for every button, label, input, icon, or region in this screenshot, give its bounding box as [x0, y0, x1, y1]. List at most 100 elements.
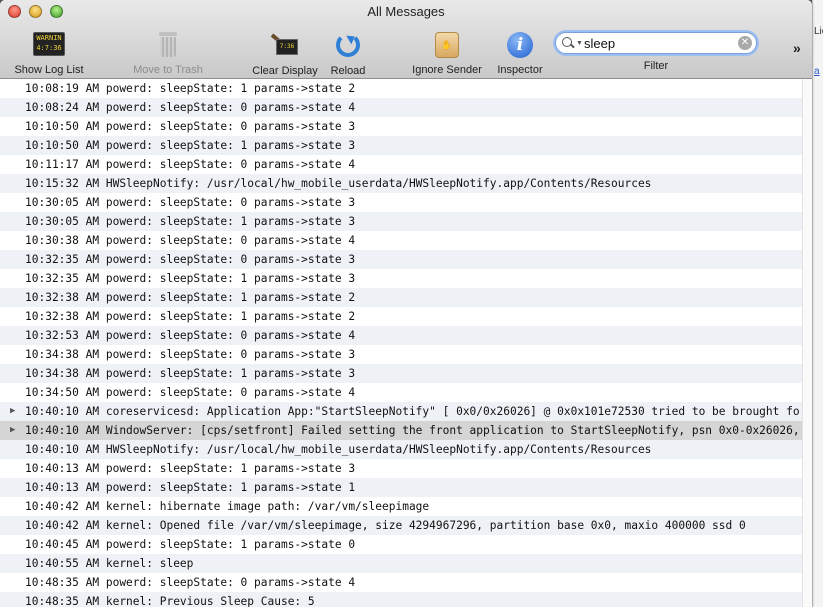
log-text: powerd: sleepState: 1 params->state 2 — [105, 310, 356, 323]
log-row[interactable]: 10:40:42 AM kernel: hibernate image path… — [0, 497, 812, 516]
log-timestamp: 10:40:42 AM — [25, 519, 100, 532]
log-text: powerd: sleepState: 0 params->state 4 — [105, 329, 356, 342]
log-row[interactable]: 10:30:05 AM powerd: sleepState: 1 params… — [0, 212, 812, 231]
log-row[interactable]: 10:32:38 AM powerd: sleepState: 1 params… — [0, 307, 812, 326]
log-text: powerd: sleepState: 0 params->state 4 — [105, 101, 356, 114]
background-app-link[interactable]: a — [814, 66, 820, 77]
search-menu-chevron-icon[interactable]: ▼ — [576, 40, 583, 47]
toolbar-overflow-icon[interactable]: » — [793, 40, 801, 56]
show-log-list-button[interactable]: WARNIN 4:7:36 Show Log List — [9, 30, 89, 76]
inspector-label: Inspector — [497, 64, 543, 76]
vertical-scrollbar[interactable] — [802, 79, 812, 607]
log-message: 10:40:10 AM coreservicesd: Application A… — [25, 402, 800, 421]
log-timestamp: 10:08:19 AM — [25, 82, 100, 95]
search-input[interactable] — [584, 34, 734, 52]
move-to-trash-button[interactable]: Move to Trash — [126, 30, 210, 76]
log-row[interactable]: 10:40:55 AM kernel: sleep — [0, 554, 812, 573]
search-icon[interactable] — [562, 37, 572, 47]
log-text: powerd: sleepState: 1 params->state 1 — [105, 481, 356, 494]
log-row[interactable]: 10:32:53 AM powerd: sleepState: 0 params… — [0, 326, 812, 345]
log-row[interactable]: 10:32:35 AM powerd: sleepState: 1 params… — [0, 269, 812, 288]
log-timestamp: 10:34:38 AM — [25, 367, 100, 380]
log-timestamp: 10:30:05 AM — [25, 196, 100, 209]
log-message: 10:30:05 AM powerd: sleepState: 0 params… — [25, 193, 355, 212]
log-text: powerd: sleepState: 1 params->state 2 — [105, 291, 356, 304]
log-row[interactable]: 10:40:10 AM HWSleepNotify: /usr/local/hw… — [0, 440, 812, 459]
log-text: powerd: sleepState: 1 params->state 3 — [105, 215, 356, 228]
log-row[interactable]: 10:08:24 AM powerd: sleepState: 0 params… — [0, 98, 812, 117]
background-app-edge: Lic a — [812, 0, 823, 607]
log-row[interactable]: 10:34:38 AM powerd: sleepState: 1 params… — [0, 364, 812, 383]
log-row[interactable]: 10:32:38 AM powerd: sleepState: 1 params… — [0, 288, 812, 307]
log-timestamp: 10:11:17 AM — [25, 158, 100, 171]
log-row[interactable]: 10:32:35 AM powerd: sleepState: 0 params… — [0, 250, 812, 269]
move-to-trash-label: Move to Trash — [133, 64, 203, 76]
log-timestamp: 10:10:50 AM — [25, 139, 100, 152]
log-text: kernel: hibernate image path: /var/vm/sl… — [105, 500, 430, 513]
log-message-list[interactable]: 10:08:19 AM powerd: sleepState: 1 params… — [0, 79, 812, 607]
log-message: 10:40:13 AM powerd: sleepState: 1 params… — [25, 478, 355, 497]
log-timestamp: 10:40:13 AM — [25, 462, 100, 475]
log-timestamp: 10:40:42 AM — [25, 500, 100, 513]
reload-icon — [336, 33, 360, 57]
log-timestamp: 10:40:45 AM — [25, 538, 100, 551]
log-timestamp: 10:08:24 AM — [25, 101, 100, 114]
log-row[interactable]: 10:40:13 AM powerd: sleepState: 1 params… — [0, 459, 812, 478]
log-text: powerd: sleepState: 0 params->state 4 — [105, 158, 356, 171]
search-field[interactable]: ▼ ✕ — [555, 32, 757, 54]
log-row[interactable]: 10:40:42 AM kernel: Opened file /var/vm/… — [0, 516, 812, 535]
log-row[interactable]: ▶ 10:40:10 AM coreservicesd: Application … — [0, 402, 812, 421]
ignore-sender-icon: ✋ — [435, 32, 459, 58]
log-row[interactable]: 10:11:17 AM powerd: sleepState: 0 params… — [0, 155, 812, 174]
log-row[interactable]: 10:48:35 AM kernel: Previous Sleep Cause… — [0, 592, 812, 607]
log-text: coreservicesd: Application App:"StartSle… — [105, 405, 800, 418]
ignore-sender-button[interactable]: ✋ Ignore Sender — [407, 30, 487, 76]
log-message: 10:40:42 AM kernel: hibernate image path… — [25, 497, 429, 516]
log-message: 10:34:38 AM powerd: sleepState: 0 params… — [25, 345, 355, 364]
log-row[interactable]: 10:34:50 AM powerd: sleepState: 0 params… — [0, 383, 812, 402]
info-icon: i — [507, 32, 533, 58]
log-row[interactable]: ▶ 10:40:10 AM WindowServer: [cps/setfront… — [0, 421, 812, 440]
log-timestamp: 10:34:50 AM — [25, 386, 100, 399]
log-text: powerd: sleepState: 0 params->state 3 — [105, 253, 356, 266]
inspector-button[interactable]: i Inspector — [492, 30, 548, 76]
log-row[interactable]: 10:40:13 AM powerd: sleepState: 1 params… — [0, 478, 812, 497]
log-text: HWSleepNotify: /usr/local/hw_mobile_user… — [105, 443, 652, 456]
log-row[interactable]: 10:40:45 AM powerd: sleepState: 1 params… — [0, 535, 812, 554]
disclosure-triangle-icon[interactable]: ▶ — [10, 421, 20, 440]
log-message: 10:40:10 AM HWSleepNotify: /usr/local/hw… — [25, 440, 651, 459]
log-row[interactable]: 10:15:32 AM HWSleepNotify: /usr/local/hw… — [0, 174, 812, 193]
log-row[interactable]: 10:48:35 AM powerd: sleepState: 0 params… — [0, 573, 812, 592]
clear-search-icon[interactable]: ✕ — [738, 36, 752, 50]
log-timestamp: 10:40:13 AM — [25, 481, 100, 494]
log-message: 10:30:38 AM powerd: sleepState: 0 params… — [25, 231, 355, 250]
log-message: 10:10:50 AM powerd: sleepState: 1 params… — [25, 136, 355, 155]
reload-button[interactable]: Reload — [327, 30, 369, 77]
log-message: 10:40:55 AM kernel: sleep — [25, 554, 193, 573]
filter-label: Filter — [643, 60, 669, 72]
log-text: powerd: sleepState: 1 params->state 0 — [105, 538, 356, 551]
clear-display-button[interactable]: 7:36 Clear Display — [247, 30, 323, 77]
log-timestamp: 10:32:35 AM — [25, 272, 100, 285]
log-text: powerd: sleepState: 0 params->state 4 — [105, 234, 356, 247]
log-message: 10:34:50 AM powerd: sleepState: 0 params… — [25, 383, 355, 402]
log-message: 10:11:17 AM powerd: sleepState: 0 params… — [25, 155, 355, 174]
log-text: powerd: sleepState: 1 params->state 3 — [105, 462, 356, 475]
show-log-list-label: Show Log List — [14, 64, 84, 76]
log-row[interactable]: 10:34:38 AM powerd: sleepState: 0 params… — [0, 345, 812, 364]
log-text: powerd: sleepState: 0 params->state 3 — [105, 196, 356, 209]
log-row[interactable]: 10:10:50 AM powerd: sleepState: 1 params… — [0, 136, 812, 155]
log-timestamp: 10:34:38 AM — [25, 348, 100, 361]
disclosure-triangle-icon[interactable]: ▶ — [10, 402, 20, 421]
log-row[interactable]: 10:30:05 AM powerd: sleepState: 0 params… — [0, 193, 812, 212]
log-row[interactable]: 10:10:50 AM powerd: sleepState: 0 params… — [0, 117, 812, 136]
log-message: 10:48:35 AM powerd: sleepState: 0 params… — [25, 573, 355, 592]
log-timestamp: 10:32:38 AM — [25, 310, 100, 323]
log-row[interactable]: 10:30:38 AM powerd: sleepState: 0 params… — [0, 231, 812, 250]
clear-display-label: Clear Display — [252, 65, 318, 77]
log-text: powerd: sleepState: 1 params->state 3 — [105, 367, 356, 380]
log-row[interactable]: 10:08:19 AM powerd: sleepState: 1 params… — [0, 79, 812, 98]
log-message: 10:08:19 AM powerd: sleepState: 1 params… — [25, 79, 355, 98]
log-timestamp: 10:40:55 AM — [25, 557, 100, 570]
log-message: 10:32:53 AM powerd: sleepState: 0 params… — [25, 326, 355, 345]
